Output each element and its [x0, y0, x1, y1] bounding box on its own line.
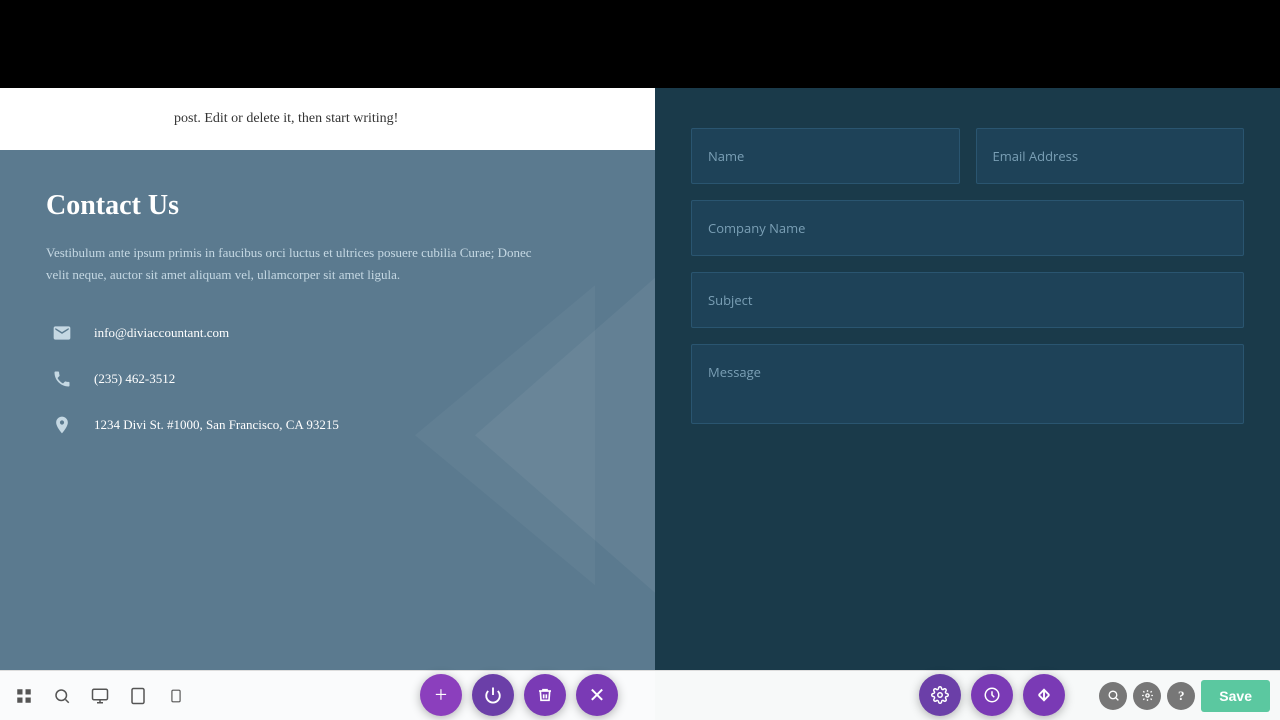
- left-section: post. Edit or delete it, then start writ…: [0, 88, 655, 720]
- settings-small-button[interactable]: [1133, 682, 1161, 710]
- add-icon: +: [435, 682, 447, 708]
- floating-actions: + ✕: [420, 674, 618, 716]
- tablet-icon-btn[interactable]: [120, 678, 156, 714]
- contact-phone-row: (235) 462-3512: [46, 363, 615, 395]
- settings-button[interactable]: [919, 674, 961, 716]
- phone-icon: [46, 363, 78, 395]
- toolbar-left-icons: [0, 678, 200, 714]
- bottom-toolbar: + ✕ ? Save: [0, 670, 1280, 720]
- grid-icon-btn[interactable]: [6, 678, 42, 714]
- top-bar: [0, 0, 1280, 88]
- add-section-button[interactable]: +: [420, 674, 462, 716]
- contact-description: Vestibulum ante ipsum primis in faucibus…: [46, 242, 546, 286]
- contact-phone-text: (235) 462-3512: [94, 371, 175, 387]
- name-email-row: [691, 128, 1244, 184]
- contact-form-section: [655, 88, 1280, 720]
- subject-input[interactable]: [691, 272, 1244, 328]
- search-small-button[interactable]: [1099, 682, 1127, 710]
- message-textarea[interactable]: [691, 344, 1244, 424]
- mobile-icon-btn[interactable]: [158, 678, 194, 714]
- contact-title: Contact Us: [46, 190, 615, 222]
- main-area: post. Edit or delete it, then start writ…: [0, 88, 1280, 720]
- contact-section: Contact Us Vestibulum ante ipsum primis …: [0, 150, 655, 720]
- power-button[interactable]: [472, 674, 514, 716]
- toolbar-far-right: ? Save: [1089, 671, 1280, 720]
- contact-email-text: info@diviaccountant.com: [94, 325, 229, 341]
- history-button[interactable]: [971, 674, 1013, 716]
- save-button[interactable]: Save: [1201, 680, 1270, 712]
- contact-email-row: info@diviaccountant.com: [46, 317, 615, 349]
- desktop-icon-btn[interactable]: [82, 678, 118, 714]
- company-input[interactable]: [691, 200, 1244, 256]
- location-icon: [46, 409, 78, 441]
- toolbar-right-actions: [919, 674, 1065, 716]
- blog-snippet-text: post. Edit or delete it, then start writ…: [174, 111, 398, 126]
- search-icon-btn[interactable]: [44, 678, 80, 714]
- contact-address-row: 1234 Divi St. #1000, San Francisco, CA 9…: [46, 409, 615, 441]
- contact-address-text: 1234 Divi St. #1000, San Francisco, CA 9…: [94, 417, 339, 433]
- blog-text-area: post. Edit or delete it, then start writ…: [0, 88, 655, 150]
- email-icon: [46, 317, 78, 349]
- email-input[interactable]: [976, 128, 1245, 184]
- name-input[interactable]: [691, 128, 960, 184]
- sort-button[interactable]: [1023, 674, 1065, 716]
- close-icon: ✕: [589, 683, 606, 708]
- delete-button[interactable]: [524, 674, 566, 716]
- help-small-button[interactable]: ?: [1167, 682, 1195, 710]
- close-button[interactable]: ✕: [576, 674, 618, 716]
